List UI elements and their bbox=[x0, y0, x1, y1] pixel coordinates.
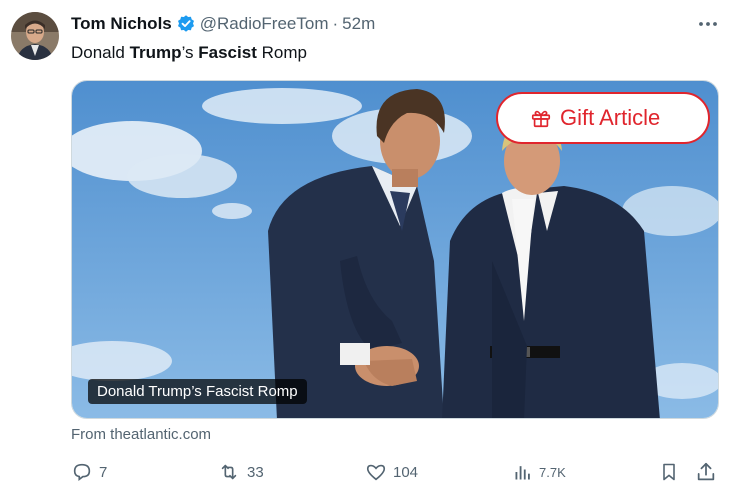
tweet-text-part: Romp bbox=[256, 43, 307, 62]
views-count: 7.7K bbox=[539, 464, 566, 480]
gift-article-button[interactable]: Gift Article bbox=[496, 92, 710, 144]
tweet[interactable]: Tom Nichols @RadioFreeTom · 52m Donald T… bbox=[0, 0, 752, 492]
like-button[interactable]: 104 bbox=[365, 460, 418, 484]
tweet-timestamp[interactable]: 52m bbox=[342, 14, 375, 34]
repost-icon bbox=[221, 464, 237, 480]
tweet-text-part: Donald bbox=[71, 43, 130, 62]
tweet-text-bold: Fascist bbox=[198, 43, 257, 62]
views-chart-icon bbox=[515, 466, 530, 480]
gift-article-label: Gift Article bbox=[560, 105, 661, 130]
card-caption: Donald Trump’s Fascist Romp bbox=[88, 379, 307, 404]
views-button[interactable]: 7.7K bbox=[513, 460, 566, 484]
repost-count: 33 bbox=[247, 463, 264, 481]
reply-icon bbox=[73, 463, 91, 481]
bookmark-button[interactable] bbox=[659, 460, 679, 484]
link-source[interactable]: From theatlantic.com bbox=[71, 426, 211, 443]
like-count: 104 bbox=[393, 463, 419, 481]
share-icon bbox=[697, 462, 715, 481]
repost-button[interactable]: 33 bbox=[217, 460, 264, 484]
tweet-text: Donald Trump’s Fascist Romp bbox=[71, 42, 307, 64]
author-name[interactable]: Tom Nichols bbox=[71, 14, 172, 34]
more-dots-icon[interactable] bbox=[697, 13, 719, 35]
reply-count: 7 bbox=[99, 463, 108, 481]
tweet-text-part: ’s bbox=[181, 43, 199, 62]
heart-icon bbox=[366, 464, 386, 481]
reply-button[interactable]: 7 bbox=[71, 460, 107, 484]
tweet-header: Tom Nichols @RadioFreeTom · 52m bbox=[71, 13, 375, 35]
bookmark-icon bbox=[663, 463, 675, 481]
verified-badge-icon[interactable] bbox=[176, 14, 196, 34]
author-handle[interactable]: @RadioFreeTom bbox=[200, 14, 329, 34]
separator-dot: · bbox=[332, 14, 339, 33]
tweet-text-bold: Trump bbox=[129, 43, 182, 62]
share-button[interactable] bbox=[695, 460, 717, 484]
gift-icon bbox=[531, 110, 551, 128]
link-card[interactable]: Gift Article Donald Trump’s Fascist Romp bbox=[71, 80, 719, 419]
avatar[interactable] bbox=[11, 12, 59, 60]
action-bar: 7 33 104 7.7K bbox=[71, 460, 719, 484]
